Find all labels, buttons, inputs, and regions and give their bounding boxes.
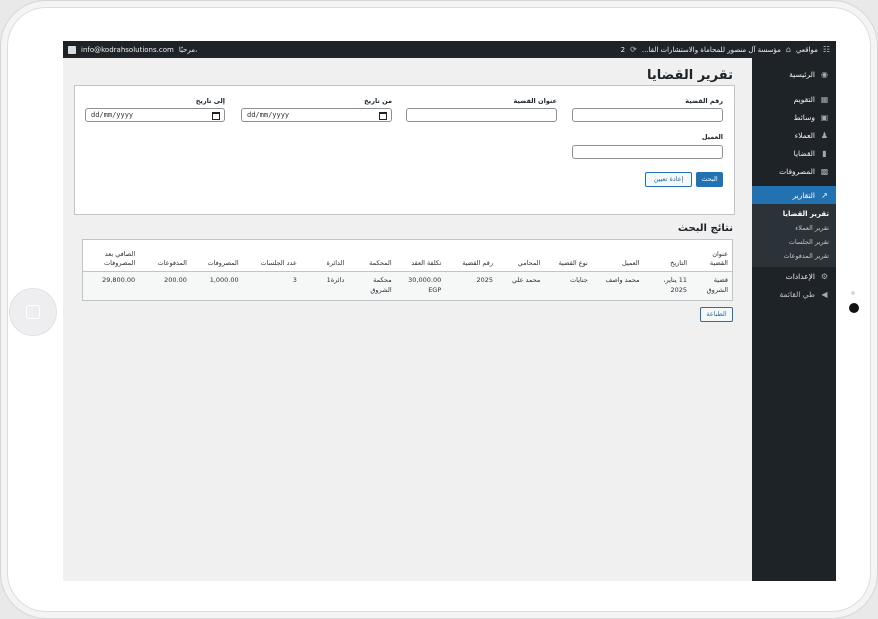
home-icon[interactable]: ⌂ — [786, 45, 791, 54]
folder-icon: ▮ — [822, 148, 827, 158]
cell-payments: 200.00 — [139, 271, 191, 301]
updates-count[interactable]: 2 — [621, 46, 625, 54]
calendar-icon[interactable] — [212, 112, 220, 120]
case-number-label: رقم القضية — [685, 97, 723, 105]
sidebar-item-calendar[interactable]: ▦ التقويم — [752, 90, 836, 108]
case-title-label: عنوان القضية — [513, 97, 557, 105]
reset-button[interactable]: إعادة تعيين — [645, 172, 692, 187]
column-header: عدد الجلسات — [242, 239, 301, 272]
cell-date: 11 يناير، 2025 — [643, 271, 691, 301]
cell-net: 29,800.00 — [82, 271, 140, 301]
cell-circuit: دائرة1 — [300, 271, 349, 301]
account-menu[interactable]: info@kodrahsolutions.com مرحبًا، — [68, 41, 197, 58]
search-button[interactable]: البحث — [696, 172, 723, 187]
case-number-input[interactable] — [572, 108, 723, 122]
submenu-sessions-report[interactable]: تقرير الجلسات — [752, 235, 836, 249]
dashboard-icon: ◉ — [821, 69, 828, 79]
sidebar-item-reports[interactable]: ↗ التقارير — [746, 186, 836, 204]
screen: ☷ مواقعي ⌂ مؤسسة آل منصور للمحاماة والاس… — [63, 41, 836, 581]
sensor — [851, 291, 855, 295]
cell-case-type: جنايات — [544, 271, 592, 301]
filter-panel: رقم القضية عنوان القضية من تاريخ dd/mm/y… — [74, 85, 735, 215]
my-sites-link[interactable]: مواقعي — [796, 46, 818, 54]
submenu-payments-report[interactable]: تقرير المدفوعات — [752, 249, 836, 263]
chart-icon: ↗ — [821, 190, 828, 200]
cell-court: محكمة الشروق — [348, 271, 396, 301]
table-header-row: عنوان القضية التاريخ العميل نوع القضية ا… — [82, 239, 733, 272]
table-row: قضية الشروق 11 يناير، 2025 محمد واصف جنا… — [82, 271, 733, 301]
results-title: نتائج البحث — [677, 223, 733, 234]
cell-contract-cost: 30,000.00 EGP — [395, 271, 446, 301]
collapse-icon: ◀ — [821, 289, 828, 299]
collapse-menu[interactable]: ◀ طي القائمة — [752, 285, 836, 303]
site-name-link[interactable]: مؤسسة آل منصور للمحاماة والاستشارات القا… — [642, 46, 781, 54]
users-icon: ♟ — [820, 130, 829, 140]
sidebar-item-settings[interactable]: ⚙ الإعدادات — [752, 267, 836, 285]
expenses-icon: ▩ — [820, 166, 829, 176]
column-header: المحكمة — [348, 239, 396, 272]
media-icon: ▣ — [820, 112, 829, 122]
client-input[interactable] — [572, 145, 723, 159]
cell-case-title: قضية الشروق — [691, 271, 733, 301]
column-header: العميل — [591, 239, 644, 272]
page-title: تقرير القضايا — [647, 68, 733, 83]
results-table: عنوان القضية التاريخ العميل نوع القضية ا… — [82, 239, 733, 301]
column-header: المدفوعات — [139, 239, 191, 272]
sidebar-item-clients[interactable]: ♟ العملاء — [752, 126, 836, 144]
sidebar-item-expenses[interactable]: ▩ المصروفات — [752, 162, 836, 180]
from-date-label: من تاريخ — [364, 97, 392, 105]
camera — [849, 303, 859, 313]
sites-icon[interactable]: ☷ — [823, 45, 830, 54]
from-date-input[interactable]: dd/mm/yyyy — [241, 108, 392, 122]
cell-case-number: 2025 — [445, 271, 497, 301]
admin-bar: ☷ مواقعي ⌂ مؤسسة آل منصور للمحاماة والاس… — [63, 41, 836, 58]
column-header: نوع القضية — [544, 239, 592, 272]
column-header: تكلفة العقد — [395, 239, 446, 272]
column-header: التاريخ — [643, 239, 691, 272]
column-header: الصافي بعد المصروفات — [82, 239, 140, 272]
cell-lawyer: محمد علي — [497, 271, 545, 301]
case-title-input[interactable] — [406, 108, 557, 122]
sidebar-item-cases[interactable]: ▮ القضايا — [752, 144, 836, 162]
gear-icon: ⚙ — [820, 271, 829, 281]
to-date-input[interactable]: dd/mm/yyyy — [85, 108, 225, 122]
print-button[interactable]: الطباعة — [700, 307, 733, 322]
cell-client: محمد واصف — [591, 271, 644, 301]
avatar[interactable] — [68, 45, 76, 54]
updates-icon[interactable]: ⟳ — [630, 45, 637, 54]
cell-expenses: 1,000.00 — [190, 271, 243, 301]
column-header: المحامي — [497, 239, 545, 272]
home-button[interactable] — [9, 288, 57, 336]
sidebar-item-dashboard[interactable]: ◉ الرئيسية — [752, 65, 836, 83]
column-header: المصروفات — [190, 239, 243, 272]
submenu-client-report[interactable]: تقرير العملاء — [752, 221, 836, 235]
calendar-icon: ▦ — [820, 94, 829, 104]
column-header: الدائرة — [300, 239, 349, 272]
main-content: تقرير القضايا رقم القضية عنوان القضية من… — [63, 58, 752, 581]
calendar-icon[interactable] — [379, 112, 387, 120]
column-header: رقم القضية — [445, 239, 497, 272]
cell-sessions-count: 3 — [242, 271, 301, 301]
client-label: العميل — [701, 133, 723, 141]
admin-sidebar: ◉ الرئيسية ▦ التقويم ▣ وسائط ♟ العملاء ▮ القض… — [746, 58, 836, 581]
column-header: عنوان القضية — [691, 239, 733, 272]
sidebar-item-media[interactable]: ▣ وسائط — [752, 108, 836, 126]
reports-submenu: تقرير القضايا تقرير العملاء تقرير الجلسا… — [752, 204, 836, 267]
submenu-case-report[interactable]: تقرير القضايا — [752, 207, 836, 221]
user-email[interactable]: info@kodrahsolutions.com — [81, 46, 174, 54]
to-date-label: إلى تاريخ — [195, 97, 225, 105]
greeting-text: مرحبًا، — [178, 45, 198, 54]
